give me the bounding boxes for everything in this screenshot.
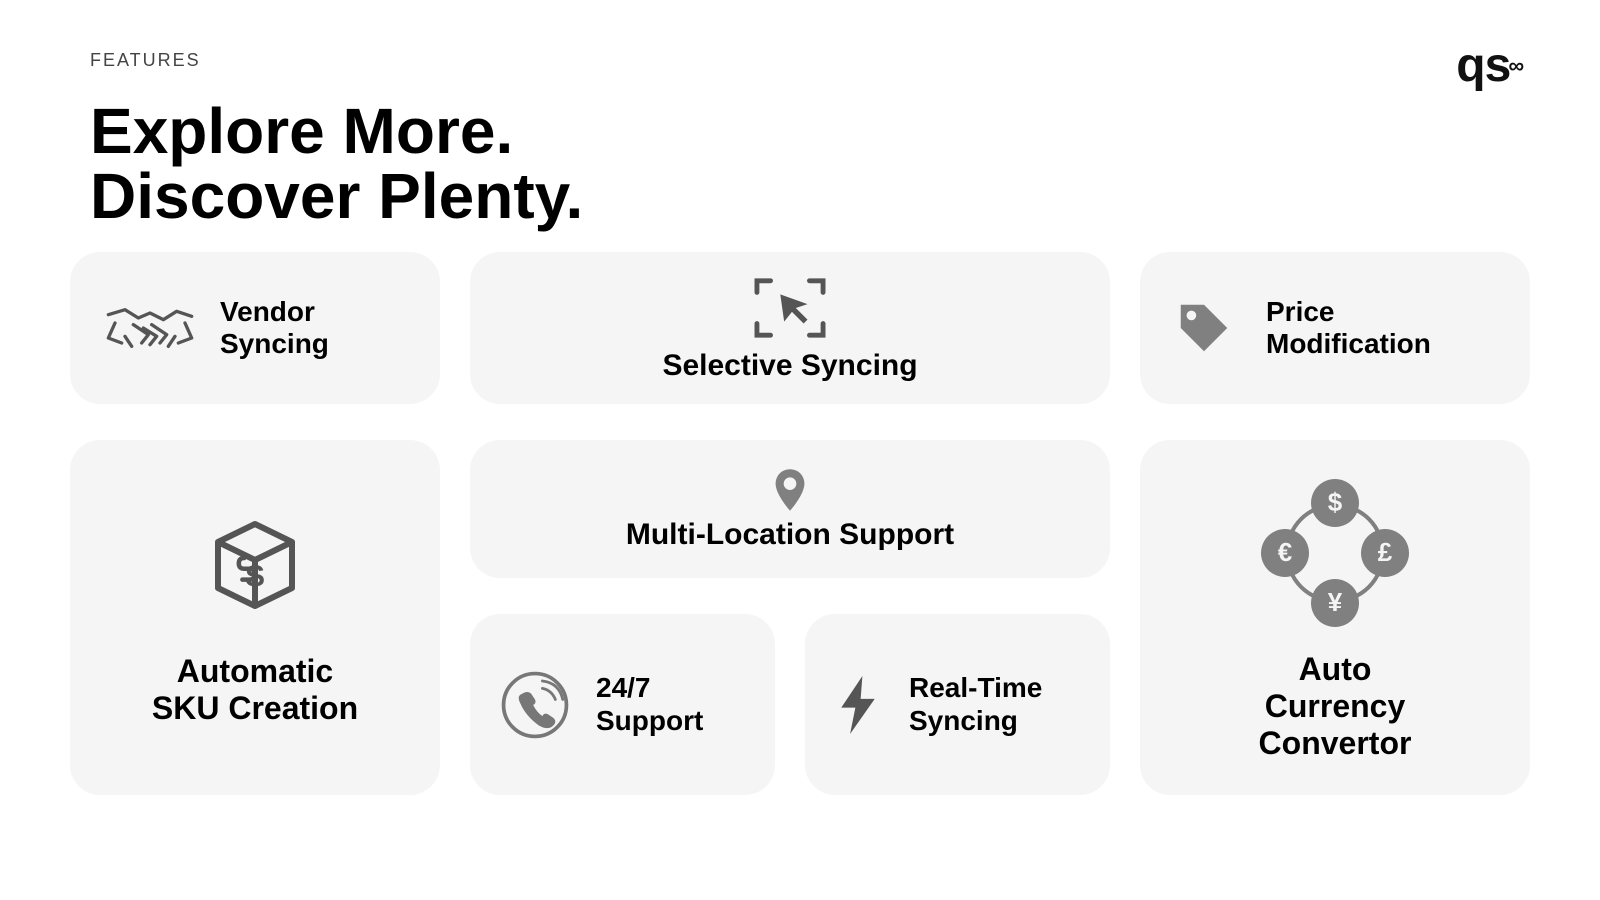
feature-title: Real-Time Syncing <box>909 672 1042 736</box>
feature-card-selective-syncing: Selective Syncing <box>470 252 1110 404</box>
title-line: Vendor <box>220 296 315 327</box>
sku-box-icon: S <box>200 508 310 618</box>
logo-text: qs <box>1456 38 1510 93</box>
title-line: Automatic <box>177 653 333 689</box>
brand-logo: qs∞ <box>1456 38 1522 93</box>
svg-text:¥: ¥ <box>1328 587 1343 617</box>
phone-ring-icon <box>496 666 574 744</box>
feature-title: Multi-Location Support <box>626 518 954 552</box>
map-pin-icon <box>770 466 810 514</box>
feature-card-real-time-syncing: Real-Time Syncing <box>805 614 1110 795</box>
svg-text:$: $ <box>1328 487 1343 517</box>
svg-text:S: S <box>245 560 265 593</box>
price-tag-icon <box>1170 294 1238 362</box>
title-line: SKU Creation <box>152 690 358 726</box>
title-line: Price <box>1266 296 1335 327</box>
feature-title: Automatic SKU Creation <box>152 653 358 727</box>
title-line: Convertor <box>1259 725 1412 761</box>
cursor-focus-icon <box>751 273 829 343</box>
title-line: Syncing <box>909 705 1018 736</box>
handshake-icon <box>100 293 200 363</box>
title-line: 24/7 <box>596 672 651 703</box>
title-line: Modification <box>1266 328 1431 359</box>
features-eyebrow: FEATURES <box>90 50 1530 71</box>
svg-text:€: € <box>1278 537 1292 567</box>
headline-line1: Explore More. <box>90 95 513 167</box>
feature-title: 24/7 Support <box>596 672 703 736</box>
feature-card-multi-location-support: Multi-Location Support <box>470 440 1110 578</box>
page-headline: Explore More. Discover Plenty. <box>90 99 1530 230</box>
feature-title: Price Modification <box>1266 296 1431 360</box>
svg-text:£: £ <box>1378 537 1393 567</box>
feature-card-247-support: 24/7 Support <box>470 614 775 795</box>
features-grid: Vendor Syncing Selective Syncing <box>70 252 1530 845</box>
feature-title: Auto Currency Convertor <box>1259 651 1412 761</box>
title-line: Syncing <box>220 328 329 359</box>
feature-card-price-modification: Price Modification <box>1140 252 1530 404</box>
lightning-icon <box>831 670 885 740</box>
currency-cycle-icon: $ £ ¥ € <box>1255 473 1415 633</box>
title-line: Support <box>596 705 703 736</box>
title-line: Real-Time <box>909 672 1042 703</box>
feature-card-automatic-sku-creation: S Automatic SKU Creation <box>70 440 440 795</box>
feature-card-auto-currency-convertor: $ £ ¥ € Auto Currency Convertor <box>1140 440 1530 795</box>
feature-title: Selective Syncing <box>662 349 917 383</box>
feature-title: Vendor Syncing <box>220 296 329 360</box>
headline-line2: Discover Plenty. <box>90 160 583 232</box>
logo-infinity-mark: ∞ <box>1508 53 1522 79</box>
feature-card-vendor-syncing: Vendor Syncing <box>70 252 440 404</box>
title-line: Auto <box>1299 651 1372 687</box>
title-line: Currency <box>1265 688 1406 724</box>
